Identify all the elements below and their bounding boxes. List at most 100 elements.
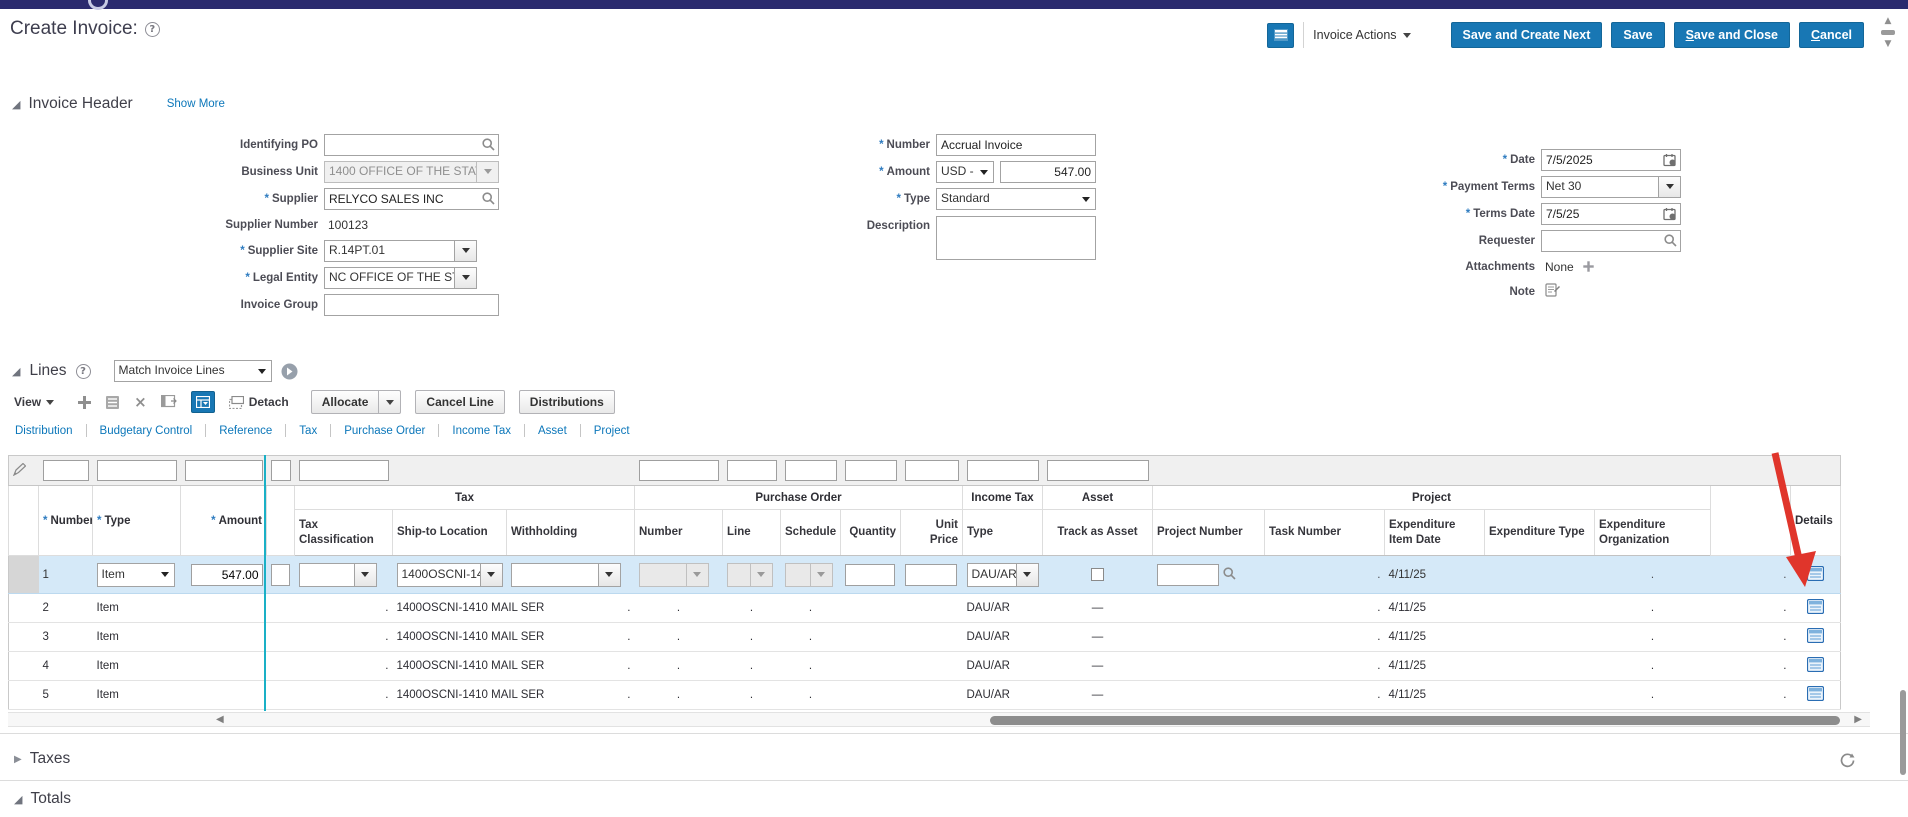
filter-type-input[interactable] [97, 460, 177, 481]
totals-section-header[interactable]: ◢ Totals [14, 790, 71, 808]
help-icon[interactable]: ? [145, 22, 160, 37]
page-vertical-scrollbar[interactable]: ▲ ▼ [1881, 16, 1895, 49]
chevron-down-icon[interactable] [455, 240, 477, 262]
tab-purchase-order[interactable]: Purchase Order [331, 425, 438, 437]
query-by-example-toggle[interactable] [191, 391, 215, 413]
line-row[interactable]: 4 Item . 1400OSCNI-1410 MAIL SER . . . .… [9, 652, 1841, 681]
details-icon[interactable] [1807, 686, 1824, 701]
col-type-header[interactable]: Type [104, 515, 130, 527]
line-row[interactable]: 3 Item . 1400OSCNI-1410 MAIL SER . . . .… [9, 623, 1841, 652]
chevron-down-icon[interactable] [1659, 176, 1681, 198]
allocate-menu-arrow[interactable] [379, 390, 401, 414]
col-expenditure-type-header[interactable]: Expenditure Type [1485, 510, 1595, 556]
panel-toggle-button[interactable] [1267, 23, 1294, 48]
collapse-triangle-icon[interactable]: ◢ [14, 793, 22, 806]
col-unit-price-header[interactable]: Unit Price [901, 510, 963, 556]
match-invoice-lines-select[interactable]: Match Invoice Lines [114, 360, 272, 382]
chevron-down-icon[interactable] [1017, 563, 1039, 587]
col-number-header[interactable]: Number [50, 515, 92, 527]
invoice-type-select[interactable]: Standard [936, 188, 1096, 210]
col-po-number-header[interactable]: Number [635, 510, 723, 556]
duplicate-row-icon[interactable] [105, 395, 120, 410]
details-icon[interactable] [1807, 657, 1824, 672]
invoice-group-input[interactable] [324, 294, 499, 316]
col-amount-header[interactable]: Amount [219, 515, 262, 527]
filter-po-line-input[interactable] [727, 460, 777, 481]
col-ship-to-location-header[interactable]: Ship-to Location [393, 510, 507, 556]
tax-classification-dropdown[interactable] [299, 563, 377, 587]
allocate-button[interactable]: Allocate [311, 390, 380, 414]
delete-row-icon[interactable]: × [134, 393, 147, 411]
filter-number-input[interactable] [43, 460, 89, 481]
go-button[interactable] [281, 363, 298, 380]
description-textarea[interactable] [936, 216, 1096, 260]
tab-budgetary-control[interactable]: Budgetary Control [87, 425, 206, 437]
search-icon[interactable] [1223, 567, 1236, 583]
save-button[interactable]: Save [1611, 22, 1664, 48]
col-po-line-header[interactable]: Line [723, 510, 781, 556]
details-icon[interactable] [1807, 566, 1824, 581]
unit-price-input[interactable] [905, 564, 957, 586]
line-amount-input[interactable] [191, 564, 263, 586]
save-and-create-next-button[interactable]: Save and Create Next [1451, 22, 1603, 48]
row-selector-cell[interactable] [9, 623, 39, 652]
scrollbar-thumb[interactable] [990, 716, 1840, 725]
window-vertical-scrollbar[interactable] [1900, 690, 1906, 775]
line-row[interactable]: 2 Item . 1400OSCNI-1410 MAIL SER . . . .… [9, 594, 1841, 623]
scroll-up-icon[interactable]: ▲ [1885, 16, 1892, 26]
col-expenditure-organization-header[interactable]: Expenditure Organization [1595, 510, 1711, 556]
row-selector-cell[interactable] [9, 681, 39, 710]
filter-track-as-asset-input[interactable] [1047, 460, 1149, 481]
tab-asset[interactable]: Asset [525, 425, 580, 437]
filter-unit-price-input[interactable] [905, 460, 959, 481]
supplier-site-dropdown[interactable]: R.14PT.01 [324, 240, 477, 262]
legal-entity-dropdown[interactable]: NC OFFICE OF THE STATE [324, 267, 477, 289]
line-row[interactable]: 5 Item . 1400OSCNI-1410 MAIL SER . . . .… [9, 681, 1841, 710]
collapse-triangle-icon[interactable]: ◢ [12, 98, 20, 111]
invoice-actions-menu[interactable]: Invoice Actions [1313, 28, 1410, 42]
cancel-button[interactable]: Cancel [1799, 22, 1864, 48]
table-horizontal-scrollbar[interactable]: ◀ ▶ [8, 712, 1870, 727]
search-icon[interactable] [482, 138, 495, 156]
requester-input[interactable] [1541, 230, 1681, 252]
refresh-icon[interactable] [1839, 752, 1856, 774]
withholding-dropdown[interactable] [511, 563, 621, 587]
tab-reference[interactable]: Reference [206, 425, 285, 437]
add-row-icon[interactable] [78, 396, 91, 409]
chevron-down-icon[interactable] [455, 267, 477, 289]
tab-tax[interactable]: Tax [286, 425, 330, 437]
note-icon[interactable] [1545, 282, 1560, 302]
chevron-down-icon[interactable] [599, 563, 621, 587]
project-number-field[interactable] [1157, 564, 1261, 586]
scrollbar-thumb[interactable] [1881, 30, 1895, 35]
search-icon[interactable] [482, 192, 495, 210]
show-more-link[interactable]: Show More [167, 98, 225, 110]
payment-terms-dropdown[interactable]: Net 30 [1541, 176, 1681, 198]
view-menu[interactable]: View [14, 395, 54, 409]
identifying-po-input[interactable] [324, 134, 499, 156]
supplier-input[interactable] [324, 188, 499, 210]
col-track-as-asset-header[interactable]: Track as Asset [1043, 510, 1153, 556]
scroll-left-icon[interactable]: ◀ [216, 714, 224, 725]
date-input[interactable] [1541, 149, 1681, 171]
scroll-right-icon[interactable]: ▶ [1854, 714, 1862, 725]
calendar-icon[interactable] [1663, 207, 1677, 226]
taxes-section-header[interactable]: ▶ Taxes [14, 750, 70, 768]
tab-project[interactable]: Project [581, 425, 643, 437]
row-selector-cell[interactable] [9, 556, 39, 594]
filter-po-number-input[interactable] [639, 460, 719, 481]
allocate-split-button[interactable]: Allocate [311, 390, 402, 414]
col-quantity-header[interactable]: Quantity [841, 510, 901, 556]
collapse-triangle-icon[interactable]: ◢ [12, 365, 20, 378]
detach-button[interactable]: Detach [229, 395, 289, 409]
save-and-close-button[interactable]: Save and Close [1674, 22, 1790, 48]
freeze-columns-icon[interactable] [161, 395, 177, 409]
filter-tax-classification-input[interactable] [299, 460, 389, 481]
cancel-line-button[interactable]: Cancel Line [415, 390, 504, 414]
expand-triangle-icon[interactable]: ▶ [14, 754, 22, 765]
col-expenditure-item-date-header[interactable]: Expenditure Item Date [1385, 510, 1485, 556]
tab-distribution[interactable]: Distribution [2, 425, 86, 437]
filter-po-schedule-input[interactable] [785, 460, 837, 481]
line-misc-input[interactable] [271, 564, 290, 586]
income-tax-type-dropdown[interactable]: DAU/AR [967, 563, 1039, 587]
